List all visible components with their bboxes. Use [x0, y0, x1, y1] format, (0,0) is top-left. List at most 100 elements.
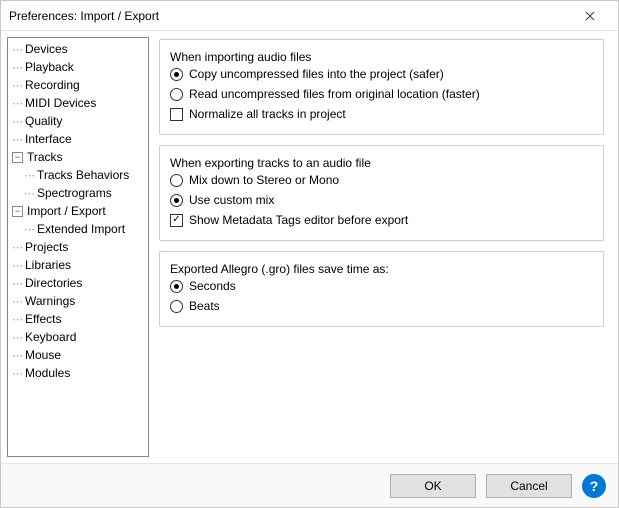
tree-label: Tracks [27, 150, 63, 164]
tree-item-tracks[interactable]: −Tracks [12, 148, 148, 166]
tree-label: Import / Export [27, 204, 106, 218]
tree-dots: ⋯ [12, 349, 23, 362]
tree-item-projects[interactable]: ⋯Projects [12, 238, 148, 256]
tree-item-interface[interactable]: ⋯Interface [12, 130, 148, 148]
radio-beats[interactable]: Beats [170, 296, 593, 316]
checkbox-icon [170, 214, 183, 227]
tree-item-playback[interactable]: ⋯Playback [12, 58, 148, 76]
tree-label: MIDI Devices [25, 96, 96, 110]
tree-label: Keyboard [25, 330, 76, 344]
tree-dots: ⋯ [12, 97, 23, 110]
tree-dots: ⋯ [24, 187, 35, 200]
tree-item-modules[interactable]: ⋯Modules [12, 364, 148, 382]
tree-label: Mouse [25, 348, 61, 362]
group-exporting: When exporting tracks to an audio file M… [159, 145, 604, 241]
button-label: Cancel [510, 479, 547, 493]
content-area: ⋯Devices ⋯Playback ⋯Recording ⋯MIDI Devi… [1, 31, 618, 463]
category-tree[interactable]: ⋯Devices ⋯Playback ⋯Recording ⋯MIDI Devi… [7, 37, 149, 457]
option-label: Use custom mix [189, 193, 274, 207]
option-label: Copy uncompressed files into the project… [189, 67, 444, 81]
collapse-icon[interactable]: − [12, 206, 23, 217]
checkbox-normalize-all[interactable]: Normalize all tracks in project [170, 104, 593, 124]
group-importing: When importing audio files Copy uncompre… [159, 39, 604, 135]
tree-label: Projects [25, 240, 68, 254]
button-label: OK [424, 479, 441, 493]
tree-dots: ⋯ [24, 169, 35, 182]
tree-item-effects[interactable]: ⋯Effects [12, 310, 148, 328]
option-label: Mix down to Stereo or Mono [189, 173, 339, 187]
close-button[interactable] [570, 1, 610, 31]
option-label: Read uncompressed files from original lo… [189, 87, 480, 101]
tree-label: Modules [25, 366, 70, 380]
titlebar: Preferences: Import / Export [1, 1, 618, 31]
collapse-icon[interactable]: − [12, 152, 23, 163]
tree-dots: ⋯ [12, 295, 23, 308]
radio-mixdown[interactable]: Mix down to Stereo or Mono [170, 170, 593, 190]
tree-dots: ⋯ [12, 79, 23, 92]
cancel-button[interactable]: Cancel [486, 474, 572, 498]
checkbox-show-metadata[interactable]: Show Metadata Tags editor before export [170, 210, 593, 230]
ok-button[interactable]: OK [390, 474, 476, 498]
tree-item-quality[interactable]: ⋯Quality [12, 112, 148, 130]
tree-dots: ⋯ [24, 223, 35, 236]
tree-item-midi-devices[interactable]: ⋯MIDI Devices [12, 94, 148, 112]
group-legend: When exporting tracks to an audio file [170, 156, 371, 170]
radio-custom-mix[interactable]: Use custom mix [170, 190, 593, 210]
radio-icon [170, 88, 183, 101]
tree-label: Libraries [25, 258, 71, 272]
radio-icon [170, 68, 183, 81]
tree-item-tracks-behaviors[interactable]: ⋯Tracks Behaviors [24, 166, 148, 184]
tree-item-devices[interactable]: ⋯Devices [12, 40, 148, 58]
tree-item-warnings[interactable]: ⋯Warnings [12, 292, 148, 310]
tree-item-libraries[interactable]: ⋯Libraries [12, 256, 148, 274]
tree-dots: ⋯ [12, 133, 23, 146]
radio-read-original[interactable]: Read uncompressed files from original lo… [170, 84, 593, 104]
tree-dots: ⋯ [12, 61, 23, 74]
preferences-window: Preferences: Import / Export ⋯Devices ⋯P… [0, 0, 619, 508]
tree-item-import-export[interactable]: −Import / Export [12, 202, 148, 220]
tree-dots: ⋯ [12, 367, 23, 380]
tree-label: Interface [25, 132, 72, 146]
tree-label: Tracks Behaviors [37, 168, 129, 182]
option-label: Show Metadata Tags editor before export [189, 213, 408, 227]
tree-dots: ⋯ [12, 277, 23, 290]
close-icon [585, 11, 595, 21]
tree-label: Playback [25, 60, 74, 74]
group-legend: When importing audio files [170, 50, 311, 64]
tree-label: Warnings [25, 294, 75, 308]
help-icon: ? [590, 478, 599, 494]
help-button[interactable]: ? [582, 474, 606, 498]
tree-label: Devices [25, 42, 68, 56]
tree-item-recording[interactable]: ⋯Recording [12, 76, 148, 94]
tree-label: Extended Import [37, 222, 125, 236]
tree-label: Recording [25, 78, 80, 92]
tree-label: Spectrograms [37, 186, 112, 200]
group-legend: Exported Allegro (.gro) files save time … [170, 262, 389, 276]
tree-item-spectrograms[interactable]: ⋯Spectrograms [24, 184, 148, 202]
tree-item-keyboard[interactable]: ⋯Keyboard [12, 328, 148, 346]
settings-pane: When importing audio files Copy uncompre… [153, 37, 612, 457]
option-label: Normalize all tracks in project [189, 107, 346, 121]
tree-dots: ⋯ [12, 43, 23, 56]
window-title: Preferences: Import / Export [9, 9, 570, 23]
footer: OK Cancel ? [1, 463, 618, 507]
tree-label: Quality [25, 114, 62, 128]
tree-dots: ⋯ [12, 259, 23, 272]
radio-copy-uncompressed[interactable]: Copy uncompressed files into the project… [170, 64, 593, 84]
group-allegro: Exported Allegro (.gro) files save time … [159, 251, 604, 327]
radio-icon [170, 174, 183, 187]
tree-label: Directories [25, 276, 82, 290]
tree-dots: ⋯ [12, 331, 23, 344]
tree-dots: ⋯ [12, 313, 23, 326]
checkbox-icon [170, 108, 183, 121]
tree-item-extended-import[interactable]: ⋯Extended Import [24, 220, 148, 238]
radio-seconds[interactable]: Seconds [170, 276, 593, 296]
tree-dots: ⋯ [12, 115, 23, 128]
option-label: Beats [189, 299, 220, 313]
tree-label: Effects [25, 312, 61, 326]
radio-icon [170, 280, 183, 293]
tree-item-directories[interactable]: ⋯Directories [12, 274, 148, 292]
option-label: Seconds [189, 279, 236, 293]
radio-icon [170, 300, 183, 313]
tree-item-mouse[interactable]: ⋯Mouse [12, 346, 148, 364]
